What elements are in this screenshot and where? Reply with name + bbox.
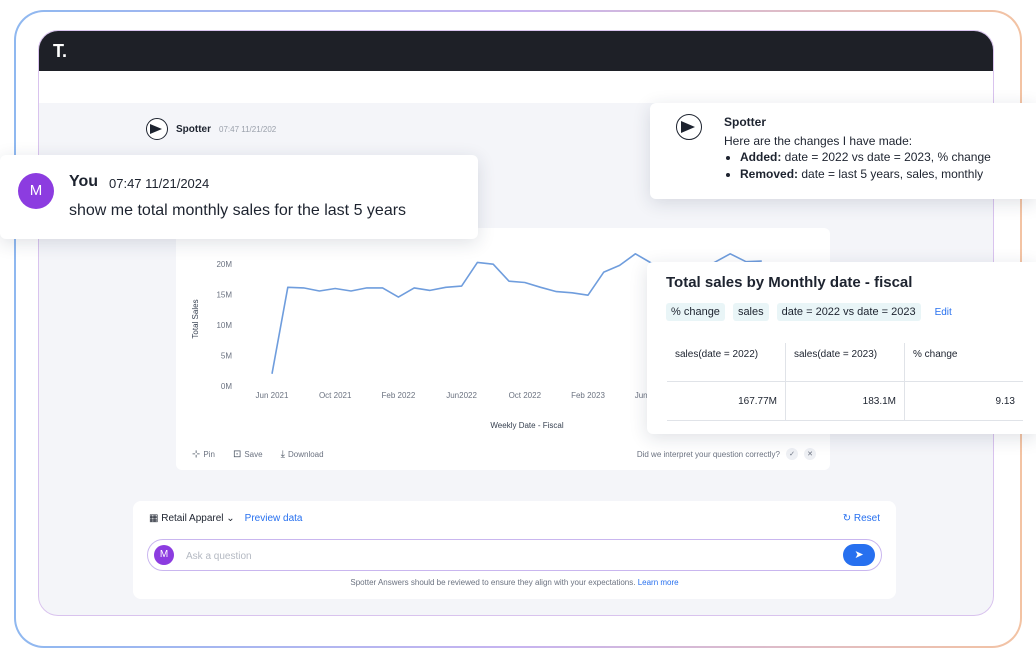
app-topbar: T. xyxy=(39,31,993,71)
pin-label: Pin xyxy=(203,450,215,459)
thoughtspot-logo-icon[interactable]: T. xyxy=(53,41,75,61)
reset-label: Reset xyxy=(853,513,880,524)
user-message-card: M You 07:47 11/21/2024 show me total mon… xyxy=(0,155,478,239)
y-tick-label: 5M xyxy=(221,352,232,361)
spotter-message-intro: Here are the changes I have made: xyxy=(724,134,913,148)
inner-header-band xyxy=(39,71,993,103)
learn-more-link[interactable]: Learn more xyxy=(638,578,679,587)
spotter-avatar-icon xyxy=(146,118,168,140)
chevron-down-icon: ⌄ xyxy=(226,513,235,524)
y-tick-label: 15M xyxy=(216,291,232,300)
preview-data-link[interactable]: Preview data xyxy=(245,513,303,524)
table-cell: 167.77M xyxy=(667,381,786,421)
result-title: Total sales by Monthly date - fiscal xyxy=(666,274,913,291)
save-button[interactable]: ⊡ Save xyxy=(233,449,263,460)
change-added: Added: date = 2022 vs date = 2023, % cha… xyxy=(740,149,991,166)
table-header-row: sales(date = 2022) sales(date = 2023) % … xyxy=(667,343,1023,382)
save-label: Save xyxy=(244,450,263,459)
datasource-selector[interactable]: ▦ Retail Apparel ⌄ xyxy=(149,513,235,524)
ask-question-input[interactable] xyxy=(184,546,828,566)
user-message-text: show me total monthly sales for the last… xyxy=(69,202,407,219)
download-icon: ⤓ xyxy=(280,449,285,460)
reset-button[interactable]: ↻ Reset xyxy=(843,513,880,524)
column-header[interactable]: % change xyxy=(904,343,1023,382)
x-tick-label: Oct 2022 xyxy=(509,391,542,400)
user-message-avatar: M xyxy=(18,173,54,209)
reject-close-icon[interactable]: ✕ xyxy=(804,448,816,460)
column-header[interactable]: sales(date = 2022) xyxy=(667,343,786,382)
x-tick-label: Jun2022 xyxy=(446,391,477,400)
x-tick-label: Jun 2021 xyxy=(256,391,289,400)
token-chip[interactable]: sales xyxy=(732,303,769,321)
change-removed: Removed: date = last 5 years, sales, mon… xyxy=(740,166,991,183)
token-chip[interactable]: date = 2022 vs date = 2023 xyxy=(776,303,921,321)
pin-button[interactable]: ⊹ Pin xyxy=(192,449,215,460)
x-tick-label: Feb 2022 xyxy=(381,391,415,400)
user-avatar: M xyxy=(154,545,174,565)
added-text: date = 2022 vs date = 2023, % change xyxy=(781,150,991,164)
query-panel: ▦ Retail Apparel ⌄ Preview data ↻ Reset … xyxy=(133,501,896,599)
column-header[interactable]: sales(date = 2023) xyxy=(785,343,905,382)
removed-text: date = last 5 years, sales, monthly xyxy=(798,167,984,181)
background-spotter-row: Spotter 07:47 11/21/202 xyxy=(146,118,276,140)
result-table-card: Total sales by Monthly date - fiscal % c… xyxy=(647,262,1036,434)
datasource-row: ▦ Retail Apparel ⌄ Preview data xyxy=(149,513,302,524)
token-chips: % change sales date = 2022 vs date = 202… xyxy=(666,303,952,321)
save-icon: ⊡ xyxy=(232,449,242,460)
x-tick-label: Feb 2023 xyxy=(571,391,605,400)
changes-list: Added: date = 2022 vs date = 2023, % cha… xyxy=(724,149,991,183)
spotter-message-card: Spotter Here are the changes I have made… xyxy=(650,103,1036,199)
disclaimer: Spotter Answers should be reviewed to en… xyxy=(133,578,896,587)
background-spotter-name: Spotter xyxy=(176,123,211,135)
chart-actions: ⊹ Pin ⊡ Save ⤓ Download xyxy=(192,449,324,460)
y-tick-label: 10M xyxy=(216,321,232,330)
confirm-check-icon[interactable]: ✓ xyxy=(786,448,798,460)
token-chip[interactable]: % change xyxy=(666,303,725,321)
ask-box: M ➤ xyxy=(147,539,882,571)
reset-icon: ↻ xyxy=(842,513,852,524)
user-message-name: You xyxy=(69,173,99,190)
disclaimer-text: Spotter Answers should be reviewed to en… xyxy=(350,578,636,587)
x-axis-label: Weekly Date - Fiscal xyxy=(490,421,563,430)
x-tick-label: Oct 2021 xyxy=(319,391,352,400)
spotter-message-name: Spotter xyxy=(724,115,766,129)
result-table: sales(date = 2022) sales(date = 2023) % … xyxy=(667,343,1023,421)
y-tick-label: 20M xyxy=(216,260,232,269)
removed-label: Removed: xyxy=(740,167,799,181)
table-icon: ▦ xyxy=(149,513,159,524)
edit-link[interactable]: Edit xyxy=(935,307,952,318)
user-message-time: 07:47 11/21/2024 xyxy=(109,176,210,191)
table-cell: 183.1M xyxy=(785,381,905,421)
y-axis-label: Total Sales xyxy=(191,299,200,338)
background-spotter-time: 07:47 11/21/202 xyxy=(219,124,277,134)
y-tick-label: 0M xyxy=(221,382,232,391)
download-label: Download xyxy=(288,450,324,459)
spotter-message-avatar-icon xyxy=(676,114,702,140)
datasource-name: Retail Apparel xyxy=(161,513,224,524)
pin-icon: ⊹ xyxy=(192,449,201,460)
added-label: Added: xyxy=(740,150,782,164)
table-row: 167.77M 183.1M 9.13 xyxy=(667,381,1023,421)
feedback-question: Did we interpret your question correctly… xyxy=(636,449,780,459)
table-cell: 9.13 xyxy=(904,381,1023,421)
feedback-row: Did we interpret your question correctly… xyxy=(637,448,816,460)
send-button[interactable]: ➤ xyxy=(843,544,875,566)
send-icon: ➤ xyxy=(854,549,864,561)
download-button[interactable]: ⤓ Download xyxy=(281,449,324,460)
